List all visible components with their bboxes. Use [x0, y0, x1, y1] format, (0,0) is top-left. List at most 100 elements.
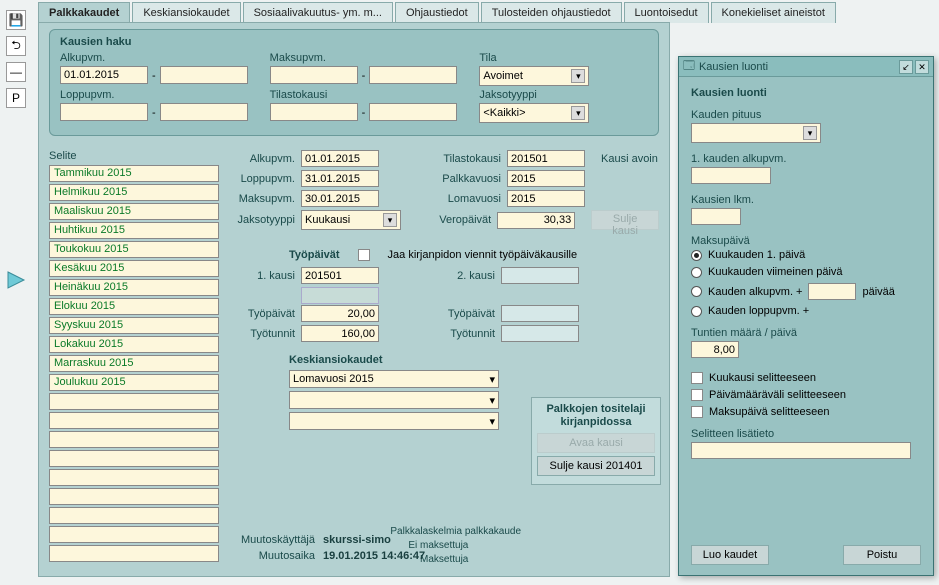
tp1-field[interactable] [301, 305, 379, 322]
tilastokausi-field[interactable] [507, 150, 585, 167]
selite-item[interactable]: Helmikuu 2015 [49, 184, 219, 201]
tab-ohjaustiedot[interactable]: Ohjaustiedot [395, 2, 479, 23]
tp2-field[interactable] [501, 305, 579, 322]
opt-loppu[interactable] [691, 306, 702, 317]
tab-luontoisedut[interactable]: Luontoisedut [624, 2, 709, 23]
alkupvm-field[interactable] [301, 150, 379, 167]
cb-maksu-selite[interactable] [691, 406, 703, 418]
opt-kk1[interactable] [691, 250, 702, 261]
loppupvm-from[interactable] [60, 103, 148, 121]
kausi1-field[interactable] [301, 267, 379, 284]
tilasto-label: Tilastokausi [431, 153, 501, 165]
kausi2-field[interactable] [501, 267, 579, 284]
opt-alku[interactable] [691, 286, 702, 297]
selite-item[interactable] [49, 469, 219, 486]
opt-alku-num[interactable] [808, 283, 856, 300]
p-button[interactable]: P [6, 88, 26, 108]
loppupvm-field[interactable] [301, 170, 379, 187]
tuntia-field[interactable] [691, 341, 739, 358]
cb-kk-selite[interactable] [691, 372, 703, 384]
selite-item[interactable]: Huhtikuu 2015 [49, 222, 219, 239]
tt-label: Työtunnit [231, 328, 295, 340]
selite-item[interactable] [49, 450, 219, 467]
tila-select[interactable]: Avoimet▾ [479, 66, 589, 86]
alku-field-m[interactable] [691, 167, 771, 184]
tab-tulosteiden[interactable]: Tulosteiden ohjaustiedot [481, 2, 622, 23]
jaksotyyppi-field[interactable]: Kuukausi▾ [301, 210, 401, 230]
tab-sosiaali[interactable]: Sosiaalivakuutus- ym. m... [243, 2, 393, 23]
lomavuosi-field[interactable] [507, 190, 585, 207]
keskiansio-item[interactable]: Lomavuosi 2015▾ [289, 370, 499, 388]
selite-item[interactable]: Maaliskuu 2015 [49, 203, 219, 220]
maksupvm-to[interactable] [369, 66, 457, 84]
tp-label: Työpäivät [231, 308, 295, 320]
selite-item[interactable]: Elokuu 2015 [49, 298, 219, 315]
tab-bar: Palkkakaudet Keskiansiokaudet Sosiaaliva… [0, 0, 939, 23]
selite-item[interactable]: Toukokuu 2015 [49, 241, 219, 258]
cb-pvm-selite[interactable] [691, 389, 703, 401]
tt2-label: Työtunnit [425, 328, 495, 340]
chevron-down-icon: ▾ [803, 126, 817, 140]
maksupvm-from[interactable] [270, 66, 358, 84]
selite-item[interactable] [49, 393, 219, 410]
selite-item[interactable] [49, 488, 219, 505]
kausi1-label: 1. kausi [231, 270, 295, 282]
jaa-label: Jaa kirjanpidon viennit työpäiväkausille [388, 249, 578, 261]
tuntia-label: Tuntien määrä / päivä [691, 327, 921, 339]
avaa-kausi-button[interactable]: Avaa kausi [537, 433, 655, 453]
palkkavuosi-field[interactable] [507, 170, 585, 187]
tab-palkkakaudet[interactable]: Palkkakaudet [38, 2, 130, 23]
save-button[interactable]: 💾 [6, 10, 26, 30]
close-button[interactable]: ✕ [915, 60, 929, 74]
paivaa-label: päivää [862, 286, 894, 298]
tab-keskiansiokaudet[interactable]: Keskiansiokaudet [132, 2, 240, 23]
veropaivat-field[interactable] [497, 212, 575, 229]
pituus-select[interactable]: ▾ [691, 123, 821, 143]
exit-button[interactable]: ⮌ [6, 36, 26, 56]
selite-item[interactable] [49, 526, 219, 543]
tilastokausi-to[interactable] [369, 103, 457, 121]
tt2-field[interactable] [501, 325, 579, 342]
jaksotyyppi-select[interactable]: <Kaikki>▾ [479, 103, 589, 123]
kausien-luonti-dialog: 🗔Kausien luonti ↙ ✕ Kausien luonti Kaude… [678, 56, 934, 576]
line-button[interactable]: — [6, 62, 26, 82]
loppupvm-to[interactable] [160, 103, 248, 121]
tt1-field[interactable] [301, 325, 379, 342]
alkupvm-from[interactable] [60, 66, 148, 84]
selite-item[interactable]: Tammikuu 2015 [49, 165, 219, 182]
selite-item[interactable] [49, 431, 219, 448]
alku-label-m: 1. kauden alkupvm. [691, 153, 921, 165]
selite-item[interactable] [49, 545, 219, 562]
keskiansio-item[interactable]: ▾ [289, 391, 499, 409]
lkm-label: Kausien lkm. [691, 194, 921, 206]
lisatieto-field[interactable] [691, 442, 911, 459]
search-title: Kausien haku [60, 36, 648, 48]
selite-item[interactable]: Marraskuu 2015 [49, 355, 219, 372]
keskiansio-heading: Keskiansiokaudet [289, 354, 659, 366]
lkm-field[interactable] [691, 208, 741, 225]
sulje-kausi-archive-button[interactable]: Sulje kausi 201401 [537, 456, 655, 476]
aika-label: Muutosaika [231, 550, 315, 562]
chevron-down-icon: ▾ [571, 69, 585, 83]
selite-item[interactable]: Syyskuu 2015 [49, 317, 219, 334]
keskiansio-item[interactable]: ▾ [289, 412, 499, 430]
alkupvm-to[interactable] [160, 66, 248, 84]
selite-label: Selite [49, 150, 219, 162]
luo-kaudet-button[interactable]: Luo kaudet [691, 545, 769, 565]
jaa-checkbox[interactable] [358, 249, 370, 261]
help-button[interactable]: ↙ [899, 60, 913, 74]
selite-item[interactable]: Lokakuu 2015 [49, 336, 219, 353]
opt-kkl[interactable] [691, 267, 702, 278]
sulje-kausi-button[interactable]: Sulje kausi [591, 210, 659, 230]
selite-item[interactable] [49, 507, 219, 524]
selite-item[interactable]: Heinäkuu 2015 [49, 279, 219, 296]
maksupvm-field[interactable] [301, 190, 379, 207]
tilastokausi-label: Tilastokausi [270, 89, 458, 101]
poistu-button[interactable]: Poistu [843, 545, 921, 565]
tab-konekieliset[interactable]: Konekieliset aineistot [711, 2, 836, 23]
tilastokausi-from[interactable] [270, 103, 358, 121]
selite-item[interactable]: Kesäkuu 2015 [49, 260, 219, 277]
selite-item[interactable]: Joulukuu 2015 [49, 374, 219, 391]
loma-label: Lomavuosi [431, 193, 501, 205]
selite-item[interactable] [49, 412, 219, 429]
